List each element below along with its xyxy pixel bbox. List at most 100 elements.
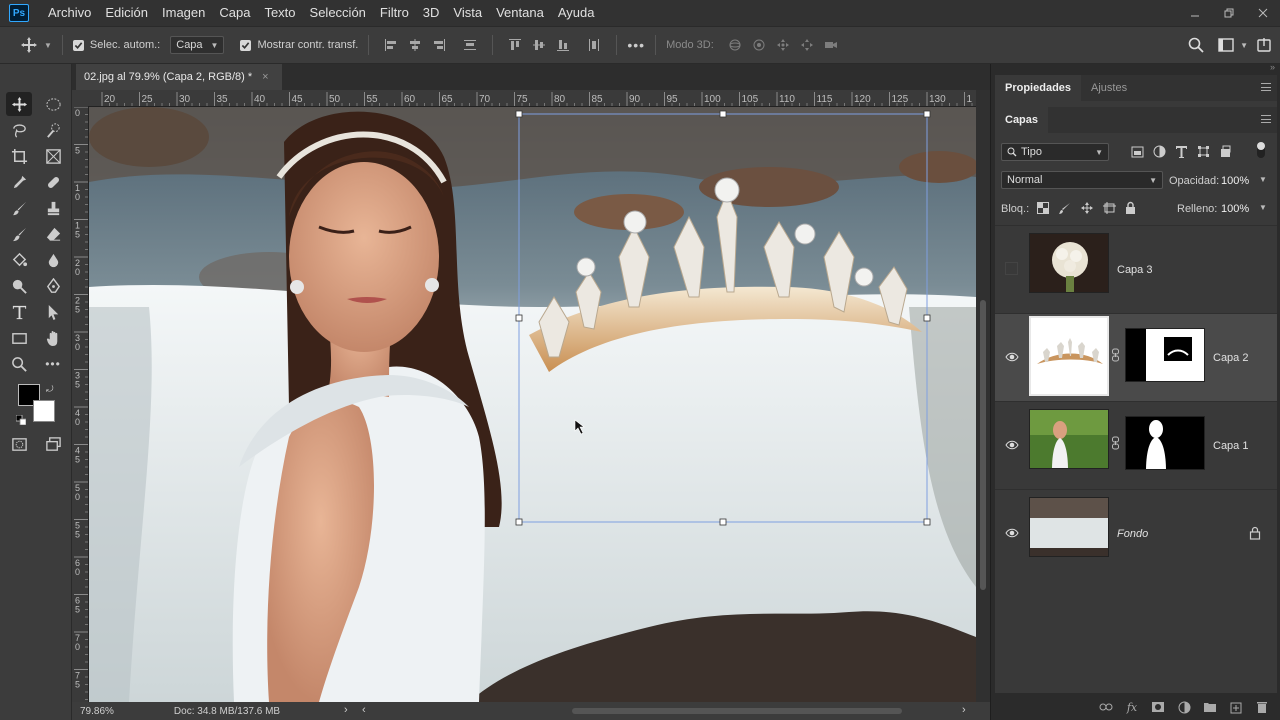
hand-tool[interactable] (40, 326, 66, 350)
brush-tool[interactable] (6, 196, 32, 220)
history-brush-tool[interactable] (6, 222, 32, 246)
healing-brush-tool[interactable] (40, 170, 66, 194)
crop-tool[interactable] (6, 144, 32, 168)
background-color-swatch[interactable] (33, 400, 55, 422)
ruler-origin[interactable] (72, 90, 89, 107)
pan-3d-icon[interactable] (776, 38, 790, 52)
share-icon[interactable] (1256, 37, 1272, 53)
fill-value[interactable]: 100% (1221, 203, 1249, 215)
type-tool[interactable] (6, 300, 32, 324)
collapse-panels-icon[interactable]: » (1270, 62, 1275, 72)
pen-tool[interactable] (40, 274, 66, 298)
paint-bucket-tool[interactable] (6, 248, 32, 272)
eye-icon[interactable] (1005, 350, 1019, 364)
show-transform-checkbox[interactable]: Mostrar contr. transf. (240, 39, 358, 51)
tab-layers[interactable]: Capas (995, 107, 1049, 133)
align-vcenter-icon[interactable] (532, 38, 546, 52)
filter-smart-object-icon[interactable] (1219, 145, 1232, 158)
fx-icon[interactable]: fx (1125, 700, 1139, 714)
filter-adjustment-icon[interactable] (1153, 145, 1166, 158)
adjustment-layer-icon[interactable] (1177, 700, 1191, 714)
document-tab[interactable]: 02.jpg al 79.9% (Capa 2, RGB/8) * × (76, 64, 282, 90)
chevron-down-icon[interactable]: ▼ (1259, 175, 1267, 184)
group-folder-icon[interactable] (1203, 700, 1217, 714)
edit-toolbar-button[interactable]: ••• (40, 352, 66, 376)
mask-link-icon[interactable] (1111, 436, 1120, 450)
quick-select-tool[interactable] (40, 118, 66, 142)
menu-imagen[interactable]: Imagen (155, 0, 212, 26)
frame-tool[interactable] (40, 144, 66, 168)
align-left-icon[interactable] (384, 38, 398, 52)
close-tab-icon[interactable]: × (262, 71, 268, 83)
align-top-icon[interactable] (508, 38, 522, 52)
camera-3d-icon[interactable] (824, 38, 838, 52)
filter-pixel-icon[interactable] (1131, 146, 1144, 158)
menu-edicion[interactable]: Edición (98, 0, 155, 26)
chevron-right-icon[interactable]: › (344, 704, 348, 716)
lock-transparency-icon[interactable] (1037, 202, 1049, 214)
close-icon[interactable] (1246, 0, 1280, 26)
lock-all-icon[interactable] (1125, 201, 1136, 214)
menu-filtro[interactable]: Filtro (373, 0, 416, 26)
more-options-button[interactable]: ••• (627, 37, 645, 53)
workspace-icon[interactable] (1218, 38, 1234, 52)
align-hcenter-icon[interactable] (408, 38, 422, 52)
quick-mask-button[interactable] (6, 432, 32, 456)
layer-row[interactable]: Capa 1 (995, 401, 1277, 489)
lock-artboard-icon[interactable] (1103, 202, 1116, 214)
chevron-left-icon[interactable]: ‹ (362, 704, 366, 716)
filter-toggle[interactable] (1257, 142, 1265, 158)
marquee-tool[interactable] (40, 92, 66, 116)
menu-3d[interactable]: 3D (416, 0, 447, 26)
distribute-icon[interactable] (463, 38, 477, 52)
menu-capa[interactable]: Capa (212, 0, 257, 26)
menu-ayuda[interactable]: Ayuda (551, 0, 602, 26)
align-right-icon[interactable] (432, 38, 446, 52)
lasso-tool[interactable] (6, 118, 32, 142)
filter-shape-icon[interactable] (1197, 145, 1210, 158)
minimize-icon[interactable] (1178, 0, 1212, 26)
default-colors-icon[interactable] (15, 414, 27, 426)
layer-row-selected[interactable]: Capa 2 (995, 313, 1277, 401)
document-canvas[interactable] (89, 107, 976, 702)
move-tool-preset[interactable]: ▼ (20, 36, 52, 54)
menu-seleccion[interactable]: Selección (303, 0, 373, 26)
panel-menu-icon[interactable] (1261, 83, 1271, 91)
layer-filter-dropdown[interactable]: Tipo ▼ (1001, 143, 1109, 161)
zoom-level[interactable]: 79.86% (80, 706, 114, 717)
zoom-tool[interactable] (6, 352, 32, 376)
screen-mode-button[interactable] (40, 432, 66, 456)
auto-select-target-dropdown[interactable]: Capa ▼ (170, 36, 225, 54)
search-icon[interactable] (1188, 37, 1204, 53)
eye-icon[interactable] (1005, 438, 1019, 452)
eye-icon[interactable] (1005, 526, 1019, 540)
eraser-tool[interactable] (40, 222, 66, 246)
blend-mode-dropdown[interactable]: Normal ▼ (1001, 171, 1163, 189)
layer-name[interactable]: Capa 1 (1213, 440, 1248, 452)
auto-select-checkbox[interactable]: Selec. autom.: (72, 39, 160, 51)
distribute-v-icon[interactable] (587, 38, 601, 52)
menu-ventana[interactable]: Ventana (489, 0, 551, 26)
horizontal-scrollbar-thumb[interactable] (572, 708, 902, 714)
slide-3d-icon[interactable] (800, 38, 814, 52)
trash-icon[interactable] (1255, 700, 1269, 714)
chevron-down-icon[interactable]: ▼ (1240, 41, 1248, 50)
swap-colors-icon[interactable]: ⤾ (46, 384, 56, 394)
layer-name[interactable]: Capa 2 (1213, 352, 1248, 364)
horizontal-ruler[interactable]: 20 25 30 35 40 45 50 55 60 65 70 75 80 85 90 95 100 105 11… (88, 90, 976, 107)
layer-mask-thumbnail[interactable] (1125, 328, 1205, 382)
chevron-down-icon[interactable]: ▼ (1259, 203, 1267, 212)
tab-adjustments[interactable]: Ajustes (1081, 75, 1137, 101)
restore-icon[interactable] (1212, 0, 1246, 26)
new-layer-icon[interactable] (1229, 700, 1243, 714)
orbit-3d-icon[interactable] (728, 38, 742, 52)
blur-tool[interactable] (40, 248, 66, 272)
filter-type-icon[interactable] (1175, 145, 1188, 158)
vertical-ruler[interactable]: 051015202530354045505560657075 (72, 107, 89, 702)
layer-mask-thumbnail[interactable] (1125, 416, 1205, 470)
toolbar-grip[interactable] (8, 68, 64, 71)
menu-texto[interactable]: Texto (257, 0, 302, 26)
lock-position-icon[interactable] (1081, 202, 1093, 214)
roll-3d-icon[interactable] (752, 38, 766, 52)
menu-archivo[interactable]: Archivo (41, 0, 98, 26)
